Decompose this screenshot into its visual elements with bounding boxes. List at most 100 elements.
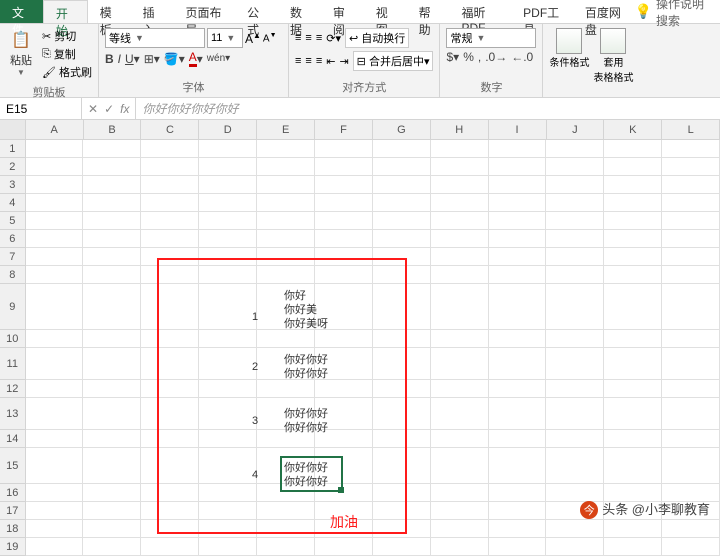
cell-E9[interactable]: 你好 你好美 你好美呀	[284, 289, 328, 331]
cell[interactable]	[257, 176, 315, 194]
cell[interactable]	[83, 538, 141, 556]
row-header[interactable]: 15	[0, 448, 26, 484]
cell[interactable]	[373, 248, 431, 266]
row-header[interactable]: 13	[0, 398, 26, 430]
cell[interactable]	[199, 176, 257, 194]
col-header[interactable]: G	[373, 120, 431, 139]
cell[interactable]	[141, 158, 199, 176]
cell[interactable]	[489, 520, 547, 538]
cell[interactable]	[373, 484, 431, 502]
cut-button[interactable]: ✂剪切	[42, 28, 92, 44]
cell[interactable]	[662, 348, 720, 380]
cell-D15[interactable]: 4	[252, 468, 258, 482]
cell[interactable]	[373, 266, 431, 284]
enter-icon[interactable]: ✓	[104, 102, 114, 116]
cell[interactable]	[26, 538, 84, 556]
cell[interactable]	[83, 176, 141, 194]
cell[interactable]	[604, 538, 662, 556]
cell[interactable]	[315, 538, 373, 556]
cell[interactable]	[431, 502, 489, 520]
percent-icon[interactable]: %	[463, 50, 474, 64]
indent-dec-icon[interactable]: ⇤	[326, 55, 335, 68]
cell[interactable]	[199, 140, 257, 158]
cell[interactable]	[373, 348, 431, 380]
cell[interactable]	[141, 398, 199, 430]
cell[interactable]	[546, 194, 604, 212]
cell[interactable]	[26, 380, 84, 398]
cell[interactable]	[604, 448, 662, 484]
cell[interactable]	[662, 158, 720, 176]
cell-E11[interactable]: 你好你好 你好你好	[284, 353, 328, 381]
cell[interactable]	[431, 538, 489, 556]
cell[interactable]	[199, 520, 257, 538]
cell[interactable]	[662, 176, 720, 194]
cell[interactable]	[83, 348, 141, 380]
cell[interactable]	[546, 176, 604, 194]
comma-icon[interactable]: ,	[478, 50, 481, 64]
cell[interactable]	[199, 484, 257, 502]
cell[interactable]	[373, 520, 431, 538]
cell[interactable]	[546, 140, 604, 158]
row-header[interactable]: 18	[0, 520, 26, 538]
cell[interactable]	[26, 266, 84, 284]
cell[interactable]	[662, 248, 720, 266]
tab-baidu-disk[interactable]: 百度网盘	[573, 0, 635, 23]
decrease-font-icon[interactable]: A▼	[263, 32, 277, 44]
tab-review[interactable]: 审阅	[321, 0, 364, 23]
cell[interactable]	[546, 448, 604, 484]
cell[interactable]	[315, 140, 373, 158]
cell[interactable]	[431, 194, 489, 212]
cell[interactable]	[141, 380, 199, 398]
row-header[interactable]: 11	[0, 348, 26, 380]
tab-view[interactable]: 视图	[364, 0, 407, 23]
bold-button[interactable]: B	[105, 52, 114, 66]
cell[interactable]	[257, 212, 315, 230]
col-header[interactable]: D	[199, 120, 257, 139]
cell[interactable]	[604, 398, 662, 430]
col-header[interactable]: H	[431, 120, 489, 139]
cell-D11[interactable]: 2	[252, 360, 258, 374]
italic-button[interactable]: I	[118, 52, 121, 66]
cell[interactable]	[26, 398, 84, 430]
cell[interactable]	[26, 230, 84, 248]
cell[interactable]	[83, 520, 141, 538]
align-left-icon[interactable]: ≡	[295, 55, 301, 67]
cell[interactable]	[662, 284, 720, 330]
cell[interactable]	[546, 538, 604, 556]
cell[interactable]	[431, 398, 489, 430]
cell[interactable]	[431, 284, 489, 330]
font-size-select[interactable]: 11▼	[207, 28, 243, 48]
fill-color-button[interactable]: 🪣▾	[164, 52, 185, 66]
cell[interactable]	[604, 380, 662, 398]
cell[interactable]	[489, 176, 547, 194]
cell[interactable]	[26, 520, 84, 538]
tab-insert[interactable]: 插入	[131, 0, 174, 23]
cell[interactable]	[431, 266, 489, 284]
cell[interactable]	[489, 484, 547, 502]
cell[interactable]	[489, 158, 547, 176]
cell[interactable]	[431, 430, 489, 448]
align-center-icon[interactable]: ≡	[305, 55, 311, 67]
cell[interactable]	[373, 448, 431, 484]
phonetic-button[interactable]: wén▾	[207, 53, 230, 64]
cell[interactable]	[141, 284, 199, 330]
cell[interactable]	[662, 538, 720, 556]
row-header[interactable]: 7	[0, 248, 26, 266]
col-header[interactable]: E	[257, 120, 315, 139]
cell[interactable]	[199, 448, 257, 484]
tab-formula[interactable]: 公式	[235, 0, 278, 23]
cell[interactable]	[662, 430, 720, 448]
cell-D9[interactable]: 1	[252, 310, 258, 324]
cell[interactable]	[662, 140, 720, 158]
cell[interactable]	[489, 538, 547, 556]
cell[interactable]	[199, 330, 257, 348]
tab-pdf-tool[interactable]: PDF工具	[511, 0, 573, 23]
cell[interactable]	[662, 230, 720, 248]
cell-D13[interactable]: 3	[252, 414, 258, 428]
cell[interactable]	[489, 398, 547, 430]
cell[interactable]	[546, 398, 604, 430]
cell[interactable]	[26, 430, 84, 448]
cell[interactable]	[83, 158, 141, 176]
col-header[interactable]: C	[141, 120, 199, 139]
wrap-text-button[interactable]: ↩ 自动换行	[345, 28, 409, 48]
